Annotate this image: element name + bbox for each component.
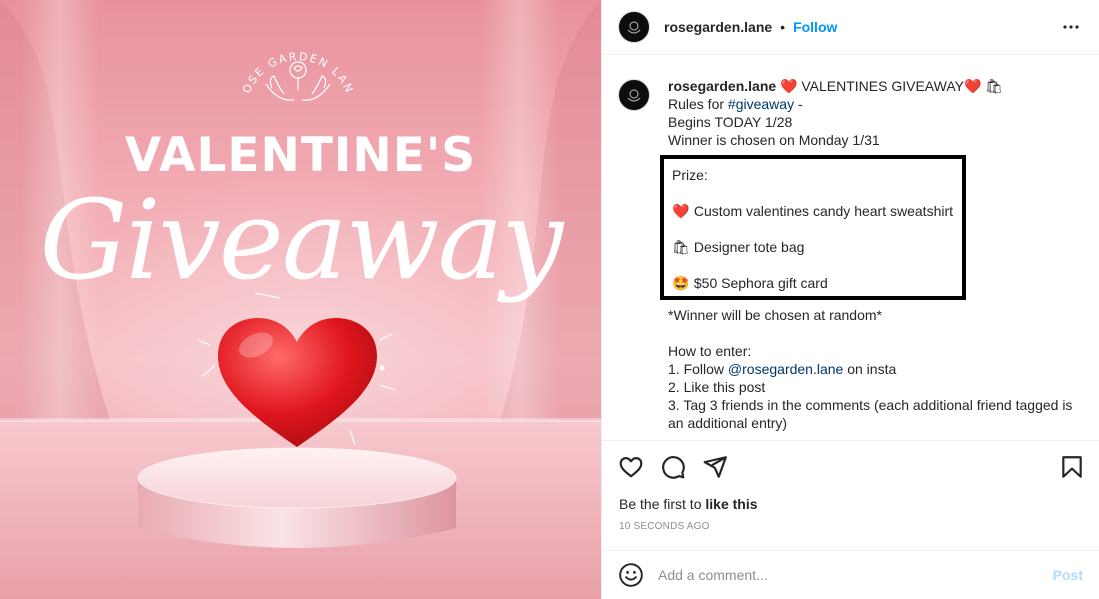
mention-link[interactable]: @rosegarden.lane [728, 361, 843, 377]
winner-date-text: Winner is chosen on Monday 1/31 [668, 132, 880, 148]
prize-item: ❤️ Custom valentines candy heart sweatsh… [672, 202, 954, 220]
more-options-button[interactable] [1059, 15, 1083, 39]
follow-button[interactable]: Follow [793, 19, 837, 35]
comments-scroll-area[interactable]: rosegarden.lane ❤️ VALENTINES GIVEAWAY❤️… [602, 55, 1099, 441]
like-this-link[interactable]: like this [705, 496, 757, 512]
heart-emoji-icon: ❤️ [672, 203, 690, 219]
emoji-smile-icon[interactable] [618, 562, 644, 588]
prize-item: 🛍 Designer tote bag [672, 238, 954, 256]
begins-text: Begins TODAY 1/28 [668, 114, 793, 130]
how-to-enter-heading: How to enter: [668, 343, 752, 359]
prize-box: Prize: ❤️ Custom valentines candy heart … [660, 155, 966, 300]
rules-suffix: - [794, 96, 803, 112]
caption-username[interactable]: rosegarden.lane [668, 78, 776, 94]
bookmark-icon[interactable] [1059, 454, 1085, 480]
separator-dot: • [780, 19, 786, 35]
step-2-text: 2. Like this post [668, 379, 766, 395]
prize-text: $50 Sephora gift card [690, 275, 828, 291]
share-icon[interactable] [702, 454, 728, 480]
prize-text: Custom valentines candy heart sweatshirt [690, 203, 954, 219]
step-3-text: 3. Tag 3 friends in the comments (each a… [668, 397, 1073, 431]
star-struck-emoji-icon: 🤩 [672, 275, 690, 291]
comment-input[interactable] [658, 567, 1053, 583]
rose-logo-icon [627, 89, 641, 102]
avatar[interactable] [618, 11, 650, 43]
prize-item: 🤩 $50 Sephora gift card [672, 274, 954, 292]
post-image[interactable]: ROSE GARDEN LANE VALENTINE'S Giveaway [0, 0, 601, 599]
heart-pedestal-illustration [137, 292, 457, 548]
post-caption: rosegarden.lane ❤️ VALENTINES GIVEAWAY❤️… [618, 77, 1083, 432]
comment-icon[interactable] [660, 454, 686, 480]
post-actions [618, 452, 1085, 482]
caption-title: ❤️ VALENTINES GIVEAWAY❤️ 🛍 [776, 78, 1004, 94]
heart-icon[interactable] [618, 454, 644, 480]
more-horizontal-icon [1063, 25, 1079, 29]
likes-prefix: Be the first to [619, 496, 706, 512]
random-note: *Winner will be chosen at random* [668, 307, 882, 323]
hashtag-link[interactable]: #giveaway [728, 96, 794, 112]
avatar[interactable] [618, 79, 650, 111]
prize-heading: Prize: [672, 167, 708, 183]
post-timestamp[interactable]: 10 SECONDS AGO [619, 521, 710, 532]
post-header: rosegarden.lane • Follow [602, 0, 1099, 55]
post-detail-panel: rosegarden.lane • Follow rosegarden.lane… [601, 0, 1099, 599]
comment-bar: Post [602, 550, 1099, 599]
rules-text: Rules for [668, 96, 728, 112]
prize-text: Designer tote bag [690, 239, 805, 255]
shopping-bags-emoji-icon: 🛍 [672, 239, 690, 255]
post-comment-button[interactable]: Post [1053, 567, 1083, 583]
rose-logo-icon [627, 21, 641, 34]
step-1-text: 1. Follow [668, 361, 728, 377]
likes-summary: Be the first to like this [619, 496, 758, 512]
step-1-suffix: on insta [843, 361, 897, 377]
caption-text: rosegarden.lane ❤️ VALENTINES GIVEAWAY❤️… [660, 77, 1083, 432]
header-username[interactable]: rosegarden.lane [664, 19, 772, 35]
